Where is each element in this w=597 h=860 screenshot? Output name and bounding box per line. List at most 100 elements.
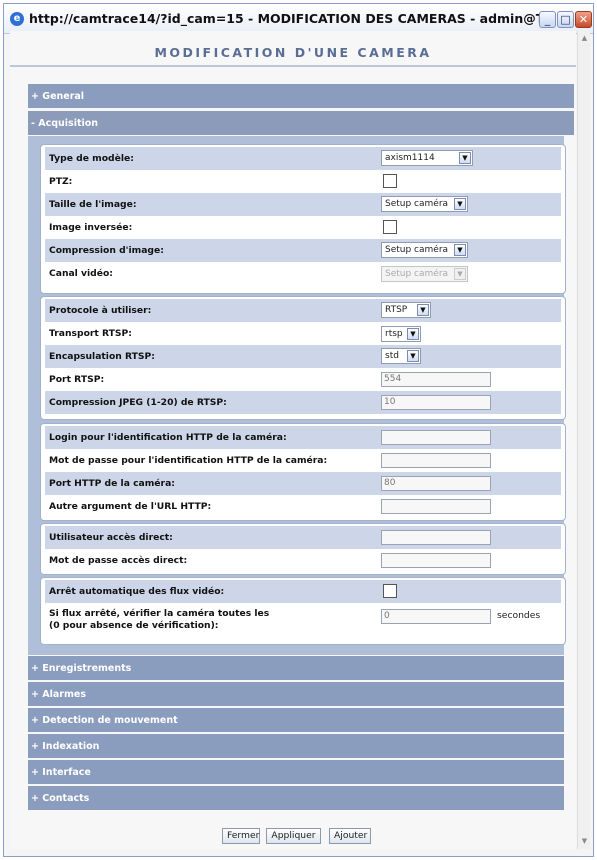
row-ptz: PTZ: (45, 170, 561, 193)
maximize-button[interactable]: □ (557, 11, 574, 28)
url-arg-label: Autre argument de l'URL HTTP: (49, 501, 212, 512)
http-port-input[interactable]: 80 (381, 476, 491, 491)
row-auto-stop: Arrêt automatique des flux vidéo: (45, 580, 561, 603)
scroll-up-icon[interactable]: ▲ (579, 33, 590, 44)
row-http-login: Login pour l'identification HTTP de la c… (45, 426, 561, 449)
section-indexation[interactable]: + Indexation (28, 734, 564, 758)
inverted-label: Image inversée: (49, 222, 133, 233)
row-http-port: Port HTTP de la caméra: 80 (45, 472, 561, 495)
row-http-password: Mot de passe pour l'identification HTTP … (45, 449, 561, 472)
window-title: http://camtrace14/?id_cam=15 - MODIFICAT… (29, 11, 539, 26)
channel-label: Canal vidéo: (49, 268, 113, 279)
http-password-input[interactable] (381, 453, 491, 468)
check-interval-label-line2: (0 pour absence de vérification): (49, 620, 219, 631)
protocol-value: RTSP (385, 305, 408, 315)
chevron-down-icon: ▼ (454, 198, 466, 210)
http-port-label: Port HTTP de la caméra: (49, 478, 175, 489)
row-model: Type de modèle: axism1114 ▼ (45, 147, 561, 170)
ptz-label: PTZ: (49, 176, 73, 187)
group-direct-access: Utilisateur accès direct: Mot de passe a… (40, 523, 566, 575)
vertical-scrollbar[interactable]: ▲ ▼ (577, 31, 590, 849)
compression-label: Compression d'image: (49, 245, 164, 256)
http-password-label: Mot de passe pour l'identification HTTP … (49, 455, 328, 466)
row-direct-password: Mot de passe accès direct: (45, 549, 561, 572)
section-detection[interactable]: + Detection de mouvement (28, 708, 564, 732)
model-label: Type de modèle: (49, 153, 134, 164)
ie-browser-icon: e (10, 12, 24, 26)
protocol-label: Protocole à utiliser: (49, 305, 152, 316)
model-select[interactable]: axism1114 ▼ (381, 150, 473, 166)
port-rtsp-label: Port RTSP: (49, 374, 105, 385)
transport-select[interactable]: rtsp ▼ (381, 326, 421, 342)
row-channel: Canal vidéo: Setup caméra ▼ (45, 262, 561, 285)
jpeg-input[interactable]: 10 (381, 395, 491, 410)
transport-value: rtsp (385, 329, 403, 339)
row-direct-user: Utilisateur accès direct: (45, 526, 561, 549)
chevron-down-icon: ▼ (459, 152, 471, 164)
encap-label: Encapsulation RTSP: (49, 351, 155, 362)
section-enregistrements[interactable]: + Enregistrements (28, 656, 564, 680)
minimize-button[interactable]: _ (539, 11, 556, 28)
group-http: Login pour l'identification HTTP de la c… (40, 423, 566, 521)
port-rtsp-input[interactable]: 554 (381, 372, 491, 387)
compression-value: Setup caméra (385, 245, 449, 255)
compression-select[interactable]: Setup caméra ▼ (381, 242, 468, 258)
protocol-select[interactable]: RTSP ▼ (381, 302, 431, 318)
check-interval-label: Si flux arrêté, vérifier la caméra toute… (49, 608, 269, 632)
chevron-down-icon: ▼ (407, 350, 419, 362)
section-interface[interactable]: + Interface (28, 760, 564, 784)
scroll-down-icon[interactable]: ▼ (579, 836, 590, 847)
title-bar: e http://camtrace14/?id_cam=15 - MODIFIC… (4, 4, 593, 34)
auto-stop-label: Arrêt automatique des flux vidéo: (49, 586, 225, 597)
direct-user-input[interactable] (381, 530, 491, 545)
close-window-button[interactable]: ✕ (575, 11, 592, 28)
check-interval-label-line1: Si flux arrêté, vérifier la caméra toute… (49, 608, 270, 619)
add-button[interactable]: Ajouter (329, 828, 371, 844)
group-auto-stop: Arrêt automatique des flux vidéo: Si flu… (40, 577, 566, 645)
row-url-arg: Autre argument de l'URL HTTP: (45, 495, 561, 518)
section-general[interactable]: + General (28, 84, 574, 108)
chevron-down-icon: ▼ (454, 244, 466, 256)
ptz-checkbox[interactable] (383, 174, 397, 188)
model-select-value: axism1114 (385, 153, 435, 163)
section-acquisition[interactable]: - Acquisition (28, 111, 574, 135)
group-camera-settings: Type de modèle: axism1114 ▼ PTZ: Taille … (40, 144, 566, 294)
close-button[interactable]: Fermer (222, 828, 260, 844)
row-port-rtsp: Port RTSP: 554 (45, 368, 561, 391)
image-size-label: Taille de l'image: (49, 199, 137, 210)
inverted-checkbox[interactable] (383, 220, 397, 234)
page-title: MODIFICATION D'UNE CAMERA (154, 45, 432, 60)
row-compression: Compression d'image: Setup caméra ▼ (45, 239, 561, 262)
row-transport: Transport RTSP: rtsp ▼ (45, 322, 561, 345)
row-image-size: Taille de l'image: Setup caméra ▼ (45, 193, 561, 216)
apply-button[interactable]: Appliquer (266, 828, 321, 844)
chevron-down-icon: ▼ (407, 328, 419, 340)
row-jpeg-compression: Compression JPEG (1-20) de RTSP: 10 (45, 391, 561, 414)
encap-select[interactable]: std ▼ (381, 348, 421, 364)
check-interval-unit: secondes (497, 610, 541, 621)
row-inverted: Image inversée: (45, 216, 561, 239)
chevron-down-icon: ▼ (417, 304, 429, 316)
auto-stop-checkbox[interactable] (383, 584, 397, 598)
image-size-value: Setup caméra (385, 199, 449, 209)
chevron-down-icon: ▼ (454, 268, 466, 280)
check-interval-input[interactable]: 0 (381, 609, 491, 624)
direct-password-label: Mot de passe accès direct: (49, 555, 188, 566)
row-encapsulation: Encapsulation RTSP: std ▼ (45, 345, 561, 368)
image-size-select[interactable]: Setup caméra ▼ (381, 196, 468, 212)
group-rtsp: Protocole à utiliser: RTSP ▼ Transport R… (40, 296, 566, 420)
row-protocol: Protocole à utiliser: RTSP ▼ (45, 299, 561, 322)
title-divider (10, 65, 576, 67)
transport-label: Transport RTSP: (49, 328, 132, 339)
channel-value: Setup caméra (385, 269, 449, 279)
http-login-label: Login pour l'identification HTTP de la c… (49, 432, 287, 443)
jpeg-label: Compression JPEG (1-20) de RTSP: (49, 397, 227, 408)
direct-password-input[interactable] (381, 553, 491, 568)
http-login-input[interactable] (381, 430, 491, 445)
channel-select: Setup caméra ▼ (381, 266, 468, 282)
section-contacts[interactable]: + Contacts (28, 786, 564, 810)
encap-value: std (385, 351, 399, 361)
row-check-interval: Si flux arrêté, vérifier la caméra toute… (45, 603, 561, 641)
url-arg-input[interactable] (381, 499, 491, 514)
section-alarmes[interactable]: + Alarmes (28, 682, 564, 706)
